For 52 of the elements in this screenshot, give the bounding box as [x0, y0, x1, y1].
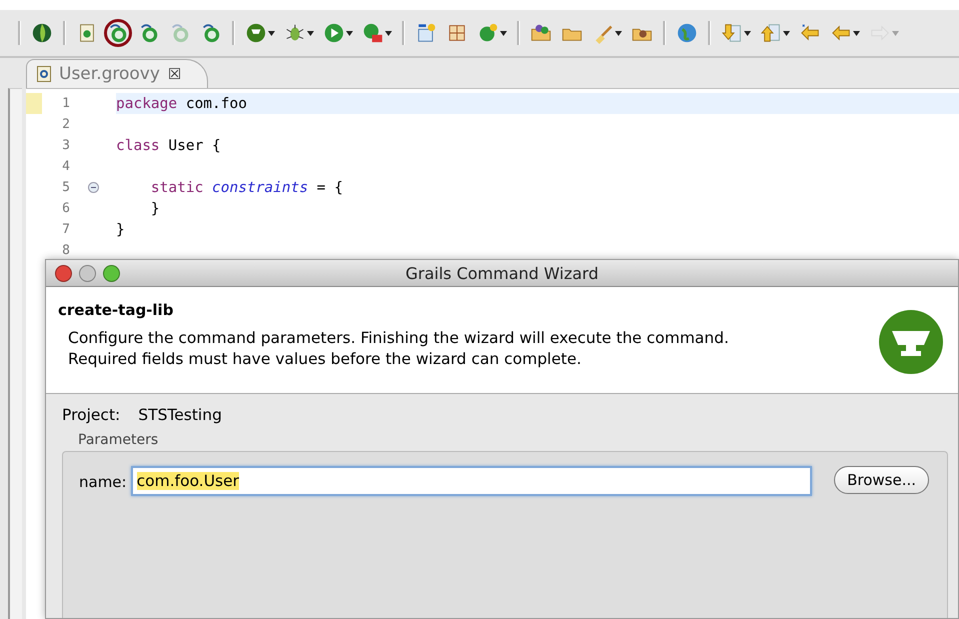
field-value: com.foo.User [136, 472, 240, 490]
arrow-up-icon[interactable] [760, 22, 782, 44]
line-number: 3 [61, 138, 70, 153]
line-number: 5 [61, 180, 70, 195]
collapse-icon[interactable] [88, 182, 98, 193]
arrow-down-icon[interactable] [721, 22, 743, 44]
project-value: STSTesting [138, 406, 222, 424]
close-tab-button[interactable]: ☒ [168, 65, 182, 83]
line-number: 1 [61, 96, 70, 111]
line-number: 6 [61, 201, 70, 216]
new-class-icon[interactable] [415, 22, 437, 44]
project-label: Project: [62, 406, 120, 424]
groovy-file-icon [37, 66, 51, 82]
folder-icon[interactable] [530, 22, 552, 44]
grid-icon[interactable] [446, 22, 468, 44]
play-icon[interactable] [323, 22, 345, 44]
code-line: static constraints = { [150, 180, 343, 196]
field-label: name: [79, 473, 127, 491]
tab-label: User.groovy [59, 64, 160, 84]
input-field[interactable]: com.foo.User [130, 466, 812, 496]
code-editor[interactable] [26, 88, 959, 619]
line-number: 4 [61, 159, 70, 174]
code-line: package com.foo [116, 96, 247, 112]
dropdown-caret-icon[interactable] [346, 30, 353, 36]
minimize-window-button[interactable] [79, 264, 96, 282]
dropdown-caret-icon[interactable] [307, 30, 314, 36]
dialog-title: Grails Command Wizard [406, 264, 598, 282]
dropdown-caret-icon[interactable] [268, 30, 275, 36]
command-heading: create-tag-lib [58, 301, 174, 319]
group-title: Parameters [78, 432, 160, 448]
line-number: 7 [61, 222, 70, 237]
description-text: Configure the command parameters. Finishing the wizard will execute the command. [67, 328, 730, 349]
browse-button[interactable]: Browse... [834, 466, 929, 494]
leaf-icon[interactable] [31, 22, 53, 44]
editor-tab[interactable]: User.groovy ☒ [26, 59, 208, 88]
globe-icon[interactable] [676, 22, 698, 44]
code-line: } [116, 222, 125, 238]
code-line: class User { [116, 138, 221, 154]
grails-cup-icon [878, 309, 944, 375]
line-number: 2 [61, 117, 70, 132]
line-number: 8 [61, 243, 70, 258]
zoom-window-button[interactable] [103, 264, 120, 282]
grails-cup-icon[interactable] [245, 22, 267, 44]
dropdown-caret-icon[interactable] [615, 30, 622, 36]
dropdown-caret-icon[interactable] [853, 30, 860, 36]
dropdown-caret-icon[interactable] [385, 30, 392, 36]
dropdown-caret-icon[interactable] [783, 30, 790, 36]
dropdown-caret-icon[interactable] [500, 30, 507, 36]
description-text: Required fields must have values before the wizard can complete. [67, 349, 582, 370]
code-line: } [150, 200, 160, 216]
close-window-button[interactable] [55, 264, 72, 282]
dropdown-caret-icon[interactable] [744, 30, 751, 36]
